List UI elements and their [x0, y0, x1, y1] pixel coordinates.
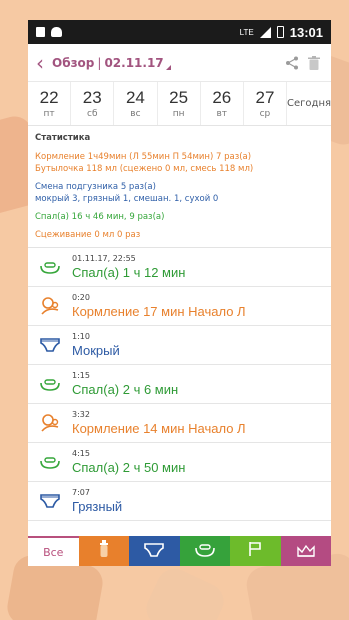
day-24[interactable]: 24 вс: [114, 82, 158, 125]
entry-text: Спал(а) 2 ч 6 мин: [72, 382, 179, 397]
list-item[interactable]: 01.11.17, 22:55 Спал(а) 1 ч 12 мин: [28, 248, 331, 287]
entry-time: 01.11.17, 22:55: [72, 254, 136, 263]
entry-time: 1:15: [72, 371, 90, 380]
date-picker[interactable]: Обзор | 02.11.17: [52, 55, 281, 70]
entry-text: Мокрый: [72, 343, 120, 358]
stats-feeding: Кормление 1ч49мин (Л 55мин П 54мин) 7 ра…: [35, 152, 252, 162]
battery-icon: [276, 26, 284, 38]
diaper-icon: [28, 337, 72, 353]
today-button[interactable]: Сегодня: [287, 82, 331, 125]
feeding-icon: [28, 296, 72, 316]
android-icon: [51, 27, 62, 37]
list-item[interactable]: 4:15 Спал(а) 2 ч 50 мин: [28, 443, 331, 482]
statistics-panel: Статистика Кормление 1ч49мин (Л 55мин П …: [28, 126, 331, 241]
tab-charts[interactable]: [280, 536, 331, 566]
stats-sleep: Спал(а) 16 ч 46 мин, 9 раз(а): [35, 212, 165, 222]
app-bar: ‹ Обзор | 02.11.17: [28, 44, 331, 82]
tab-diaper[interactable]: [129, 536, 180, 566]
list-item[interactable]: 0:20 Кормление 17 мин Начало Л: [28, 287, 331, 326]
diaper-icon: [144, 542, 165, 561]
statistics-heading: Статистика: [35, 133, 91, 143]
sleep-icon: [194, 542, 215, 561]
feeding-icon: [28, 413, 72, 433]
entry-time: 1:10: [72, 332, 90, 341]
list-item[interactable]: 1:10 Мокрый: [28, 326, 331, 365]
tab-events[interactable]: [230, 536, 281, 566]
clock: 13:01: [289, 24, 323, 40]
entry-time: 3:32: [72, 410, 90, 419]
trash-icon[interactable]: [303, 52, 325, 74]
stats-bottle: Бутылочка 118 мл (сцежено 0 мл, смесь 11…: [35, 164, 254, 174]
day-27[interactable]: 27 ср: [244, 82, 288, 125]
entry-text: Кормление 17 мин Начало Л: [72, 304, 246, 319]
sleep-icon: [28, 376, 72, 392]
share-icon[interactable]: [281, 52, 303, 74]
stats-pumping: Сцеживание 0 мл 0 раз: [35, 230, 141, 240]
entry-time: 0:20: [72, 293, 90, 302]
bottle-icon: [99, 540, 109, 562]
status-bar: LTE 13:01: [28, 20, 331, 44]
entry-text: Спал(а) 2 ч 50 мин: [72, 460, 186, 475]
entry-time: 7:07: [72, 488, 90, 497]
signal-icon: [259, 26, 271, 38]
day-22[interactable]: 22 пт: [28, 82, 72, 125]
entry-text: Кормление 14 мин Начало Л: [72, 421, 246, 436]
sleep-icon: [28, 454, 72, 470]
current-date: 02.11.17: [104, 55, 164, 70]
events-list: 01.11.17, 22:55 Спал(а) 1 ч 12 мин 0:20 …: [28, 247, 331, 521]
entry-text: Спал(а) 1 ч 12 мин: [72, 265, 186, 280]
tab-feeding[interactable]: [78, 536, 129, 566]
tab-sleep[interactable]: [179, 536, 230, 566]
background-block: [140, 563, 230, 620]
list-item[interactable]: 3:32 Кормление 14 мин Начало Л: [28, 404, 331, 443]
day-25[interactable]: 25 пн: [158, 82, 201, 125]
day-selector: 22 пт 23 сб 24 вс 25 пн 26 вт 27 ср Сего…: [28, 82, 331, 126]
stats-diaper-detail: мокрый 3, грязный 1, смешан. 1, сухой 0: [35, 194, 219, 204]
sd-card-icon: [36, 27, 45, 37]
dropdown-corner-icon: [165, 65, 171, 70]
diaper-icon: [28, 493, 72, 509]
sleep-icon: [28, 259, 72, 275]
list-item[interactable]: 7:07 Грязный: [28, 482, 331, 521]
list-item[interactable]: 1:15 Спал(а) 2 ч 6 мин: [28, 365, 331, 404]
app-screen: ‹ Обзор | 02.11.17 22 пт 23 сб 24 вс 25 …: [28, 44, 331, 566]
entry-text: Грязный: [72, 499, 123, 514]
entry-time: 4:15: [72, 449, 90, 458]
day-26[interactable]: 26 вт: [201, 82, 244, 125]
flag-icon: [248, 541, 262, 561]
chevron-left-icon[interactable]: ‹: [32, 53, 48, 73]
network-label: LTE: [239, 27, 254, 37]
chart-icon: [297, 542, 315, 561]
category-tabs: Все: [28, 536, 331, 566]
day-23[interactable]: 23 сб: [71, 82, 115, 125]
page-title: Обзор: [52, 55, 95, 70]
stats-diaper: Смена подгузника 5 раз(а): [35, 182, 156, 192]
tab-all[interactable]: Все: [28, 536, 79, 566]
